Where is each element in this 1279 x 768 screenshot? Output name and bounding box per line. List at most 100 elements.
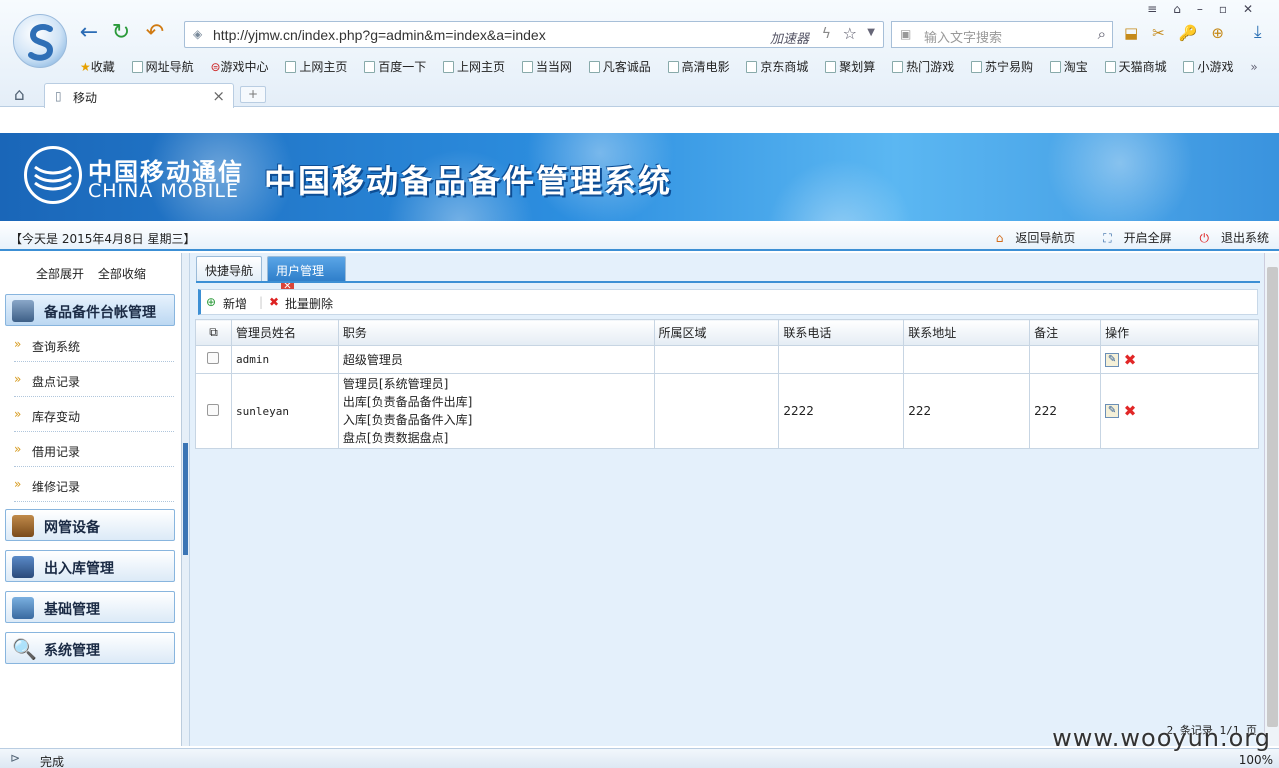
- logout-link[interactable]: ⏻ 退出系统: [1187, 231, 1269, 245]
- bookmark-item[interactable]: 小游戏: [1183, 58, 1234, 75]
- home-icon[interactable]: ⌂: [14, 85, 25, 105]
- batch-delete-button[interactable]: 批量删除: [285, 295, 333, 312]
- bookmark-item[interactable]: ★收藏: [80, 58, 115, 75]
- column-header[interactable]: 备注: [1029, 319, 1102, 346]
- window-controls[interactable]: ≡⌂–▫✕: [1147, 2, 1269, 16]
- sidebar-splitter[interactable]: [182, 253, 190, 746]
- bookmark-item[interactable]: 天猫商城: [1104, 58, 1167, 75]
- search-input[interactable]: 输入文字搜索: [924, 27, 1002, 46]
- cell-name: admin: [230, 345, 339, 374]
- bookmark-item[interactable]: 苏宁易购: [970, 58, 1033, 75]
- bookmark-item[interactable]: ⊜游戏中心: [210, 58, 268, 75]
- search-icon[interactable]: ⌕: [1098, 25, 1106, 43]
- cell-name: sunleyan: [230, 373, 339, 449]
- edit-icon[interactable]: ✎: [1105, 352, 1120, 367]
- menu-item-repair-record[interactable]: » 维修记录: [14, 467, 174, 502]
- zoom-level[interactable]: 100%: [1239, 753, 1273, 767]
- row-checkbox[interactable]: [207, 403, 220, 416]
- bookmark-item[interactable]: 上网主页: [443, 58, 505, 75]
- chevron-down-icon[interactable]: ▼: [867, 27, 875, 38]
- china-mobile-logo-icon: [24, 146, 82, 204]
- menu-group-basic[interactable]: 基础管理: [5, 591, 175, 623]
- sidebar-toggle-icon[interactable]: ⊳: [10, 751, 20, 765]
- browser-tools-icons[interactable]: ⬓✂🔑⊕: [1124, 24, 1238, 42]
- bookmark-item[interactable]: 聚划算: [825, 58, 875, 75]
- delete-icon[interactable]: ✖: [1123, 352, 1137, 367]
- divider: |: [259, 295, 264, 309]
- watermark: www.wooyun.org: [1052, 724, 1271, 752]
- cell-address: 222: [903, 373, 1031, 449]
- cell-phone: [778, 345, 905, 374]
- browser-logo-icon[interactable]: [13, 14, 67, 68]
- magnifier-icon: 🔍: [12, 637, 37, 661]
- bookmark-item[interactable]: 热门游戏: [892, 58, 954, 75]
- top-links: ⌂ 返回导航页 ⛶ 开启全屏 ⏻ 退出系统: [972, 229, 1269, 246]
- menu-group-in-out-stock[interactable]: 出入库管理: [5, 550, 175, 582]
- menu-item-inventory-check[interactable]: » 盘点记录: [14, 362, 174, 397]
- more-bookmarks-icon[interactable]: »: [1250, 60, 1257, 74]
- arrow-icon: »: [14, 407, 22, 421]
- bookmark-item[interactable]: 淘宝: [1049, 58, 1088, 75]
- select-all-icon[interactable]: ⧉: [195, 319, 232, 346]
- collapse-handle[interactable]: [183, 443, 188, 555]
- arrow-icon: »: [14, 372, 22, 386]
- back-icon[interactable]: ←: [76, 20, 102, 46]
- fullscreen-link[interactable]: ⛶ 开启全屏: [1091, 231, 1171, 245]
- vertical-scrollbar[interactable]: [1264, 253, 1279, 746]
- menu-group-ledger[interactable]: 备品备件台帐管理: [5, 294, 175, 326]
- menu-item-borrow-record[interactable]: » 借用记录: [14, 432, 174, 467]
- shield-icon: ◈: [193, 27, 203, 41]
- sidebar: 全部展开 全部收缩 备品备件台帐管理 » 查询系统 » 盘点记录 » 库存变动 » 借用…: [0, 253, 182, 746]
- tab-underline: [196, 281, 1260, 283]
- menu-group-network-devices[interactable]: 网管设备: [5, 509, 175, 541]
- add-button[interactable]: 新增: [223, 295, 247, 312]
- bookmark-item[interactable]: 高清电影: [667, 58, 730, 75]
- column-header[interactable]: 所属区域: [653, 319, 780, 346]
- column-header[interactable]: 管理员姓名: [230, 319, 339, 346]
- user-icon: [12, 300, 34, 322]
- expand-all-link[interactable]: 全部展开: [36, 267, 84, 281]
- tab-title: 移动: [73, 91, 98, 105]
- column-header[interactable]: 联系电话: [778, 319, 905, 346]
- search-box[interactable]: ▣ 输入文字搜索 ⌕: [891, 21, 1113, 48]
- back-nav-link[interactable]: ⌂ 返回导航页: [984, 231, 1076, 245]
- cell-phone: 2222: [778, 373, 905, 449]
- bookmark-item[interactable]: 京东商城: [746, 58, 808, 75]
- refresh-icon[interactable]: ↻: [108, 20, 134, 46]
- star-icon[interactable]: ☆: [843, 24, 857, 43]
- bookmark-item[interactable]: 凡客诚品: [588, 58, 651, 75]
- bookmarks-bar: ★收藏 网址导航 ⊜游戏中心 上网主页 百度一下 上网主页 当当网 凡客诚品 高…: [80, 58, 1271, 74]
- column-header[interactable]: 职务: [337, 319, 655, 346]
- address-bar[interactable]: ◈ http://yjmw.cn/index.php?g=admin&m=ind…: [184, 21, 884, 48]
- column-header[interactable]: 联系地址: [903, 319, 1031, 346]
- browser-tab[interactable]: ▯ 移动 ×: [44, 83, 234, 108]
- page-icon: ▯: [55, 89, 62, 103]
- user-table: ⧉ 管理员姓名 职务 所属区域 联系电话 联系地址 备注 操作 admin 超级…: [195, 319, 1259, 449]
- delete-icon[interactable]: ✖: [1123, 404, 1137, 419]
- lightning-icon[interactable]: ϟ: [822, 26, 831, 42]
- menu-group-system[interactable]: 🔍 系统管理: [5, 632, 175, 664]
- collapse-all-link[interactable]: 全部收缩: [98, 267, 146, 281]
- bookmark-item[interactable]: 百度一下: [364, 58, 426, 75]
- edit-icon[interactable]: ✎: [1105, 404, 1120, 419]
- package-icon: [12, 597, 34, 619]
- current-date: 【今天是 2015年4月8日 星期三】: [10, 232, 196, 246]
- menu-item-stock-change[interactable]: » 库存变动: [14, 397, 174, 432]
- bookmark-item[interactable]: 当当网: [521, 58, 572, 75]
- download-icon[interactable]: ⤓: [1254, 22, 1262, 42]
- accelerator-label[interactable]: 加速器: [770, 28, 809, 47]
- new-tab-button[interactable]: +: [240, 86, 266, 103]
- search-engine-icon[interactable]: ▣: [900, 27, 911, 41]
- undo-icon[interactable]: ↶: [142, 20, 168, 46]
- close-tab-icon[interactable]: ×: [212, 87, 225, 105]
- tab-user-management[interactable]: 用户管理✕: [267, 256, 346, 294]
- tab-quick-nav[interactable]: 快捷导航: [196, 256, 262, 282]
- row-checkbox[interactable]: [207, 352, 220, 364]
- scroll-thumb[interactable]: [1267, 267, 1278, 727]
- menu-item-query[interactable]: » 查询系统: [14, 327, 174, 362]
- address-input[interactable]: http://yjmw.cn/index.php?g=admin&m=index…: [213, 27, 546, 43]
- bookmark-item[interactable]: 网址导航: [131, 58, 194, 75]
- arrow-icon: »: [14, 477, 22, 491]
- system-title: 中国移动备品备件管理系统: [264, 162, 673, 200]
- bookmark-item[interactable]: 上网主页: [285, 58, 347, 75]
